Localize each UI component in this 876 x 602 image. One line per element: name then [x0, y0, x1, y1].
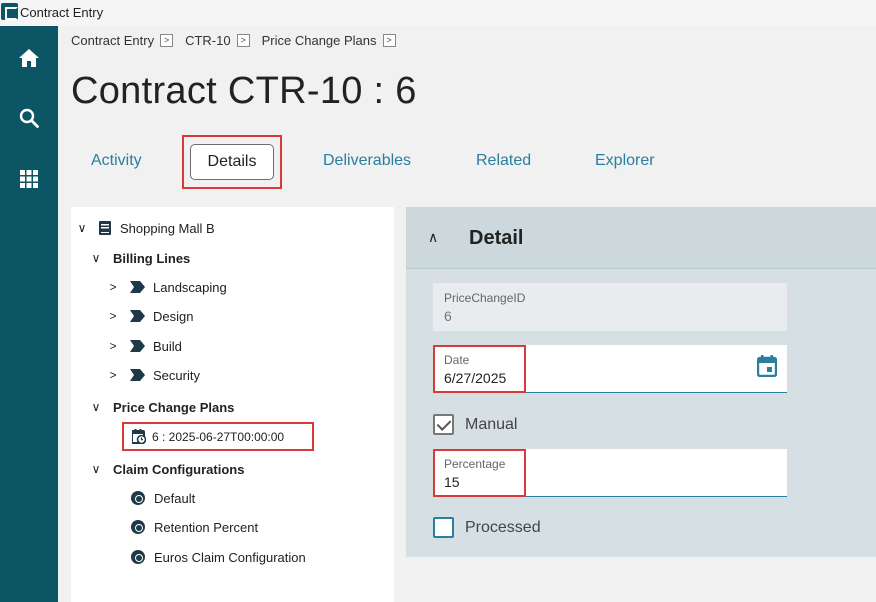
processed-label: Processed [465, 519, 541, 536]
tag-icon [130, 369, 145, 381]
chevron-down-icon[interactable]: ∨ [89, 462, 103, 476]
tree-item-default[interactable]: Default [131, 488, 195, 508]
detail-header: ∧ Detail [406, 207, 876, 269]
tree-item-security[interactable]: > Security [106, 365, 200, 385]
tree-item-build[interactable]: > Build [106, 336, 182, 356]
chevron-right-icon[interactable]: > [106, 368, 120, 382]
chevron-down-icon[interactable]: ∨ [89, 400, 103, 414]
tree-item-label: Build [153, 338, 182, 354]
home-icon[interactable] [17, 46, 41, 70]
breadcrumb-contract[interactable]: CTR-10 [185, 33, 231, 48]
chevron-right-icon[interactable]: > [106, 309, 120, 323]
page-title: Contract CTR-10 : 6 [71, 70, 417, 112]
tree-item-label: Retention Percent [154, 519, 259, 535]
tree-item-design[interactable]: > Design [106, 306, 193, 326]
breadcrumb-contract-entry[interactable]: Contract Entry [71, 33, 154, 48]
title-bar: Contract Entry [0, 0, 876, 26]
tab-deliverables[interactable]: Deliverables [323, 152, 411, 170]
chevron-down-icon[interactable]: ∨ [89, 251, 103, 265]
manual-label: Manual [465, 416, 518, 433]
tag-icon [130, 281, 145, 293]
chevron-up-icon[interactable]: ∧ [428, 229, 438, 246]
price-change-id-field: PriceChangeID 6 [433, 283, 787, 331]
percentage-highlight [433, 449, 526, 497]
tree-item-price-change-plan-selected[interactable]: 6 : 2025-06-27T00:00:00 [122, 422, 314, 451]
book-icon [99, 221, 111, 235]
tree-group-label: Price Change Plans [113, 399, 235, 415]
field-label: PriceChangeID [444, 291, 526, 305]
breadcrumb-chevron-icon[interactable]: > [236, 34, 250, 47]
window-title: Contract Entry [20, 5, 104, 20]
tree-item-label: Euros Claim Configuration [154, 549, 306, 565]
tree-group-billing-lines[interactable]: ∨ Billing Lines [89, 248, 191, 268]
tab-details[interactable]: Details [190, 144, 274, 180]
processed-checkbox[interactable] [433, 517, 454, 538]
tree-item-label: Default [154, 490, 196, 506]
app-logo-icon [1, 3, 18, 20]
tree-item-label: Landscaping [153, 279, 227, 295]
breadcrumb: Contract Entry > CTR-10 > Price Change P… [71, 33, 408, 48]
claim-config-icon [131, 491, 145, 505]
tree-root[interactable]: ∨ Shopping Mall B [75, 218, 215, 238]
breadcrumb-chevron-icon[interactable]: > [160, 34, 174, 47]
manual-checkbox[interactable] [433, 414, 454, 435]
detail-title: Detail [469, 227, 524, 249]
tree-group-label: Billing Lines [113, 250, 191, 266]
tree-group-price-change-plans[interactable]: ∨ Price Change Plans [89, 397, 235, 417]
tree-item-label: Security [153, 367, 200, 383]
chevron-down-icon[interactable]: ∨ [75, 221, 89, 235]
tag-icon [130, 310, 145, 322]
tree-group-label: Claim Configurations [113, 461, 245, 477]
left-nav [0, 26, 58, 602]
chevron-right-icon[interactable]: > [106, 280, 120, 294]
tab-related[interactable]: Related [476, 152, 531, 170]
detail-panel: ∧ Detail PriceChangeID 6 Date 6/27/2025 … [406, 207, 876, 557]
tree-item-label: 6 : 2025-06-27T00:00:00 [152, 429, 285, 444]
tab-details-highlight: Details [182, 135, 282, 189]
claim-config-icon [131, 550, 145, 564]
tree-group-claim-configurations[interactable]: ∨ Claim Configurations [89, 459, 245, 479]
tree-item-label: Design [153, 308, 194, 324]
breadcrumb-price-change-plans[interactable]: Price Change Plans [262, 33, 377, 48]
calendar-icon[interactable] [757, 355, 777, 377]
contract-tree: ∨ Shopping Mall B ∨ Billing Lines > Land… [71, 207, 394, 602]
apps-grid-icon[interactable] [17, 167, 41, 191]
tab-explorer[interactable]: Explorer [595, 152, 655, 170]
search-icon[interactable] [17, 106, 41, 130]
tag-icon [130, 340, 145, 352]
tree-item-landscaping[interactable]: > Landscaping [106, 277, 227, 297]
claim-config-icon [131, 520, 145, 534]
tab-activity[interactable]: Activity [91, 152, 142, 170]
field-value: 6 [444, 308, 452, 324]
tree-item-retention-percent[interactable]: Retention Percent [131, 517, 258, 537]
breadcrumb-chevron-icon[interactable]: > [382, 34, 396, 47]
tree-root-label: Shopping Mall B [120, 220, 215, 236]
chevron-right-icon[interactable]: > [106, 339, 120, 353]
date-highlight [433, 345, 526, 393]
tree-item-euros-claim-configuration[interactable]: Euros Claim Configuration [131, 547, 306, 567]
calendar-clock-icon [132, 429, 146, 444]
